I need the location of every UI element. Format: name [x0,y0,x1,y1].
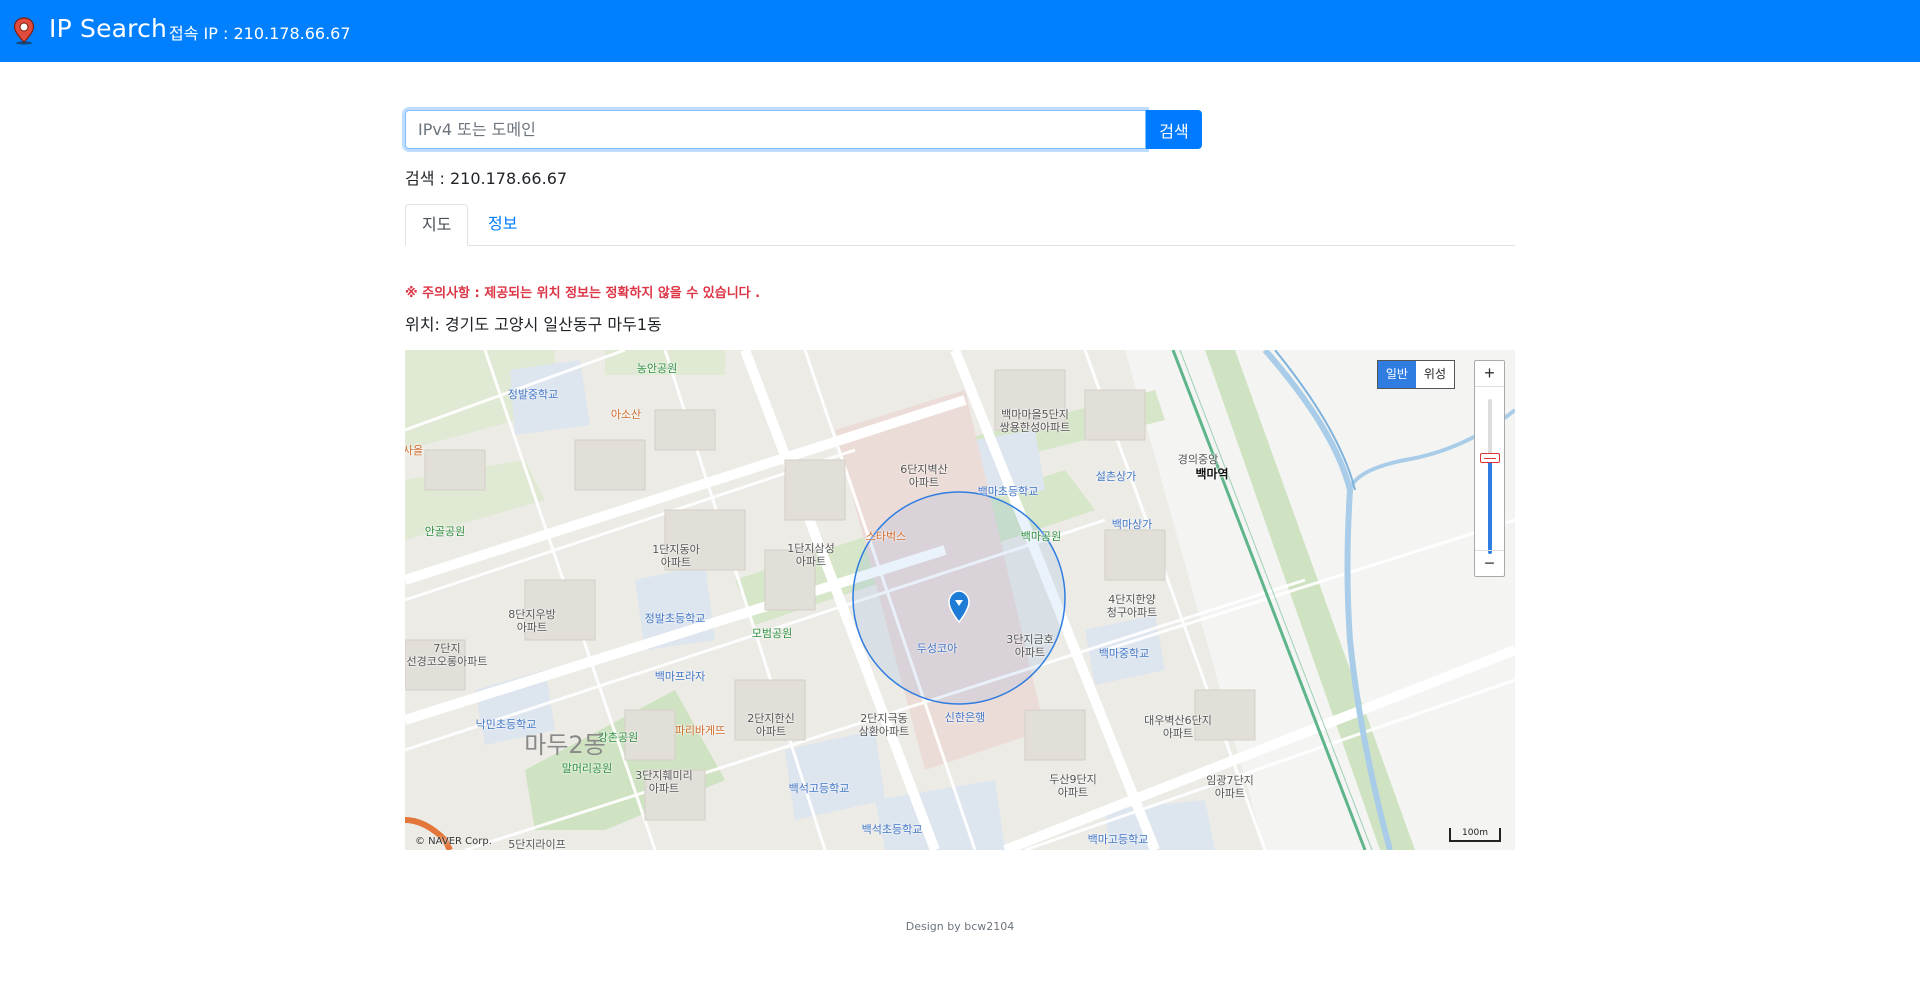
search-group: 검색 [405,110,1202,149]
zoom-in-button[interactable]: + [1475,361,1504,387]
map-label[interactable]: 7단지 선경코오롱아파트 [407,642,488,668]
search-input[interactable] [405,110,1146,149]
zoom-out-button[interactable]: − [1475,550,1504,576]
map-view[interactable]: 농안공원정발중학교아소산 백마마을5단지 쌍용한성아파트경의중앙백마역 6단지벽산 … [405,350,1515,850]
location-text: 위치: 경기도 고양시 일산동구 마두1동 [405,315,662,334]
search-button[interactable]: 검색 [1146,110,1202,149]
map-label[interactable]: 백마역 [1195,468,1228,481]
map-label[interactable]: 8단지우방 아파트 [508,608,555,634]
map-label[interactable]: 안골공원 [425,525,465,538]
map-label[interactable]: 백마초등학교 [978,485,1039,498]
map-type-satellite-button[interactable]: 위성 [1416,361,1454,388]
map-label[interactable]: 백마공원 [1021,530,1061,543]
map-label[interactable]: 마두2동 [524,732,606,758]
map-label[interactable]: 2단지한신 아파트 [747,712,794,738]
map-label[interactable]: 신한은행 [945,711,985,724]
map-label[interactable]: 3단지훼미리 아파트 [635,769,693,795]
map-label[interactable]: 4단지한양 청구아파트 [1107,593,1158,619]
map-label[interactable]: 백마마을5단지 쌍용한성아파트 [1000,408,1071,434]
map-label[interactable]: 백석고등학교 [789,782,850,795]
map-label[interactable]: 설촌상가 [1096,470,1136,483]
map-label[interactable]: 5단지라이프 [508,838,566,850]
navbar: IP Search 접속 IP : 210.178.66.67 [0,0,1920,62]
map-label[interactable]: 정발중학교 [508,388,559,401]
map-label[interactable]: 말머리공원 [562,762,613,775]
map-label[interactable]: 6단지벽산 아파트 [900,463,947,489]
map-scale: 100m [1449,828,1501,842]
map-label[interactable]: 대우벽산6단지 아파트 [1144,714,1212,740]
map-label[interactable]: 두성코아 [917,642,957,655]
tab-bar: 지도 정보 [405,204,1515,246]
map-copyright: © NAVER Corp. [415,836,492,847]
map-label[interactable]: 정발초등학교 [645,612,706,625]
map-label[interactable]: 낙민초등학교 [476,718,537,731]
tab-map[interactable]: 지도 [405,204,469,246]
tab-info[interactable]: 정보 [472,204,533,246]
map-background [405,350,1515,850]
map-label[interactable]: 사을 [405,444,423,457]
map-label[interactable]: 3단지금호 아파트 [1006,633,1053,659]
search-result: 검색 : 210.178.66.67 [405,169,568,188]
map-label[interactable]: 경의중앙 [1178,453,1218,466]
map-label[interactable]: 백마중학교 [1099,647,1150,660]
footer: Design by bcw2104 [905,920,1015,933]
map-label[interactable]: 1단지삼성 아파트 [787,542,834,568]
map-label[interactable]: 모범공원 [752,627,792,640]
map-label[interactable]: 백마상가 [1112,518,1152,531]
map-label[interactable]: 농안공원 [637,362,677,375]
map-label[interactable]: 파리바게뜨 [675,724,726,737]
map-label[interactable]: 아소산 [611,408,641,421]
map-pin-icon [13,17,35,45]
brand-title[interactable]: IP Search [49,14,167,43]
connection-ip: 접속 IP : 210.178.66.67 [169,24,351,43]
map-label[interactable]: 백마프라자 [655,670,706,683]
map-label[interactable]: 백석초등학교 [862,823,923,836]
map-label[interactable]: 두산9단지 아파트 [1049,773,1096,799]
map-label[interactable]: 1단지동아 아파트 [652,543,699,569]
map-label[interactable]: 임광7단지 아파트 [1206,774,1253,800]
location-warning: ※ 주의사항 : 제공되는 위치 정보는 정확하지 않을 수 있습니다 . [405,286,761,301]
map-type-toggle: 일반 위성 [1376,360,1455,389]
map-label[interactable]: 스타벅스 [866,530,906,543]
zoom-control: + − [1474,360,1505,577]
map-type-normal-button[interactable]: 일반 [1377,361,1416,388]
zoom-slider-fill [1488,457,1492,554]
map-label[interactable]: 백마고등학교 [1088,833,1149,846]
map-label[interactable]: 2단지극동 삼환아파트 [859,712,910,738]
zoom-slider-handle[interactable] [1480,452,1500,463]
zoom-slider[interactable] [1480,399,1500,554]
